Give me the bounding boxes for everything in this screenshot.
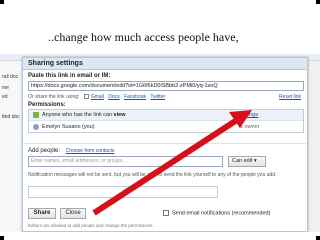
change-permission-link[interactable]: Change xyxy=(239,112,258,118)
permission-select[interactable]: Can edit ▾ xyxy=(228,156,266,167)
background-list-item[interactable]: me xyxy=(2,85,9,91)
send-email-checkbox[interactable] xyxy=(163,210,169,216)
share-using-row: Or share the link using: Gmail Docs Face… xyxy=(28,94,165,100)
share-option-label: Gmail xyxy=(90,94,104,100)
corner-mark xyxy=(316,236,320,240)
choose-contacts-link[interactable]: Choose from contacts xyxy=(66,148,115,154)
share-button[interactable]: Share xyxy=(28,208,56,219)
section-divider xyxy=(23,143,307,144)
globe-icon xyxy=(33,111,39,118)
dialog-title: Sharing settings xyxy=(28,60,83,67)
link-label: Paste this link in email or IM: xyxy=(28,73,111,79)
background-list-item[interactable]: tted doc xyxy=(2,114,20,120)
corner-mark xyxy=(0,236,4,240)
corner-mark xyxy=(316,0,320,4)
corner-mark xyxy=(0,0,4,4)
owner-role: is owner xyxy=(239,124,260,130)
permission-name: Anyone who has the link can view xyxy=(42,112,126,118)
background-list-item[interactable]: ed xyxy=(2,94,8,100)
add-people-label: Add people: xyxy=(28,148,61,154)
close-button[interactable]: Close xyxy=(60,208,86,219)
permissions-label: Permissions: xyxy=(28,102,66,108)
permission-select-value: Can edit xyxy=(232,158,253,164)
chevron-down-icon: ▾ xyxy=(254,158,257,164)
permissions-list: Anyone who has the link can view Change … xyxy=(28,109,304,133)
add-people-input[interactable]: Enter names, email addresses, or groups.… xyxy=(28,156,223,167)
dialog-footer-note: Editors are allowed to add people and ch… xyxy=(28,223,154,228)
notification-info: Notification messages will not be sent, … xyxy=(28,172,277,178)
permission-name: Emelyn Susano (you) xyxy=(42,124,95,130)
message-textarea[interactable] xyxy=(28,186,218,198)
send-email-label: Send email notifications (recommended) xyxy=(172,210,271,217)
share-facebook-link[interactable]: Facebook xyxy=(124,94,146,100)
person-icon xyxy=(33,123,39,130)
share-link-field[interactable]: https://docs.google.com/document/edit?id… xyxy=(28,81,304,91)
background-list-item[interactable]: rall doc xyxy=(2,74,18,80)
sharing-settings-dialog: Sharing settings Paste this link in emai… xyxy=(22,57,308,232)
screenshot-area: rall doc me ed tted doc Sharing settings… xyxy=(0,54,320,232)
share-gmail-link[interactable]: Gmail xyxy=(83,94,104,100)
add-people-row: Add people: Choose from contacts xyxy=(28,148,114,154)
slide-caption: ..change how much access people have, xyxy=(48,30,239,44)
reset-link[interactable]: Reset link xyxy=(279,94,301,100)
share-docs-link[interactable]: Docs xyxy=(108,94,119,100)
dialog-header: Sharing settings xyxy=(23,58,307,70)
send-email-option[interactable]: Send email notifications (recommended) xyxy=(163,210,270,216)
permission-row: Emelyn Susano (you) is owner xyxy=(29,122,303,133)
permission-row[interactable]: Anyone who has the link can view Change xyxy=(29,110,303,121)
share-twitter-link[interactable]: Twitter xyxy=(150,94,165,100)
gmail-icon xyxy=(83,94,89,100)
permission-level: view xyxy=(113,112,126,118)
share-using-label: Or share the link using: xyxy=(28,94,80,100)
